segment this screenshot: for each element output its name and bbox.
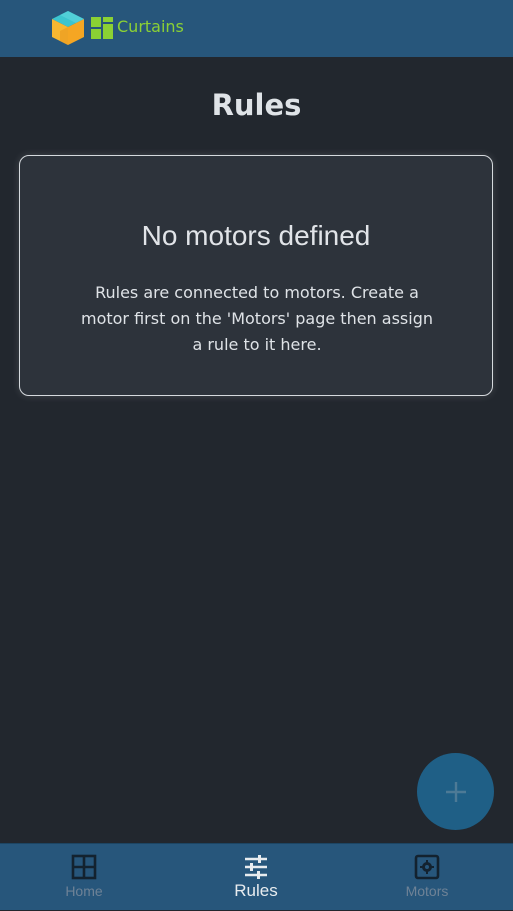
app-header: Curtains [0,0,513,57]
empty-state-title: No motors defined [141,220,371,251]
nav-item-motors[interactable]: Motors [367,844,487,911]
empty-state-card: No motors defined Rules are connected to… [19,155,493,396]
grid-icon [91,17,113,39]
plus-icon [445,781,466,802]
empty-state-message: Rules are connected to motors. Create a … [80,283,433,354]
add-rule-button[interactable] [417,753,494,830]
nav-label-rules: Rules [234,881,278,900]
nav-item-rules[interactable]: Rules [196,844,316,911]
sliders-icon [245,855,267,879]
app-title[interactable]: Curtains [117,17,184,36]
bottom-nav: Home Rules Motors [0,843,513,910]
nav-item-home[interactable]: Home [24,844,144,911]
motor-gear-icon [414,854,440,880]
nav-label-motors: Motors [405,883,449,899]
home-grid-icon [71,854,97,880]
cube-logo-icon[interactable] [50,9,86,47]
nav-label-home: Home [65,883,103,899]
page-title: Rules [211,88,302,122]
